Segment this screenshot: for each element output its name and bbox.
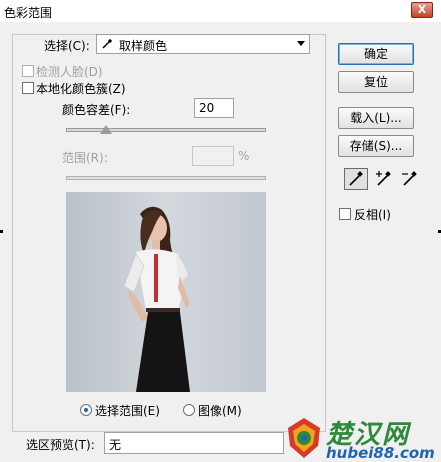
range-unit: % xyxy=(238,149,250,163)
eyedropper-minus-icon xyxy=(402,171,417,186)
close-button[interactable]: X xyxy=(411,2,433,18)
localized-clusters-label: 本地化颜色簇(Z) xyxy=(36,82,126,96)
color-range-dialog: 色彩范围 X 选择(C): 取样颜色 检测人脸(D) 本地化颜色簇(Z) 颜色容… xyxy=(0,0,441,462)
image-radio-label: 图像(M) xyxy=(198,404,242,418)
title-bar: 色彩范围 X xyxy=(0,0,441,22)
eyedropper-plus-icon xyxy=(376,171,391,186)
watermark-logo xyxy=(288,418,320,458)
selection-radio-label: 选择范围(E) xyxy=(95,404,160,418)
range-label: 范围(R): xyxy=(62,151,108,165)
range-slider[interactable] xyxy=(66,176,266,180)
fuzziness-slider[interactable] xyxy=(66,128,266,132)
invert-checkbox[interactable] xyxy=(339,208,351,220)
image-preview[interactable] xyxy=(66,192,266,392)
select-value: 取样颜色 xyxy=(119,39,168,53)
save-button[interactable]: 存储(S)... xyxy=(338,135,414,157)
chevron-down-icon xyxy=(297,41,305,46)
window-title: 色彩范围 xyxy=(4,6,53,20)
eyedropper-tool[interactable] xyxy=(344,168,368,190)
reset-button[interactable]: 复位 xyxy=(338,71,414,93)
selection-preview-label: 选区预览(T): xyxy=(26,438,95,452)
resize-marker-left xyxy=(0,230,3,233)
selection-preview-select[interactable]: 无 xyxy=(104,432,284,454)
eyedropper-subtract-tool[interactable] xyxy=(398,168,422,190)
eyedropper-icon xyxy=(349,171,363,186)
select-dropdown[interactable]: 取样颜色 xyxy=(96,34,310,54)
detect-faces-label: 检测人脸(D) xyxy=(36,65,103,79)
selection-radio[interactable] xyxy=(80,404,92,416)
watermark-url: hubei88.com xyxy=(326,444,435,462)
detect-faces-checkbox[interactable] xyxy=(22,65,34,77)
localized-clusters-checkbox[interactable] xyxy=(22,82,34,94)
ok-button[interactable]: 确定 xyxy=(338,43,414,65)
invert-label: 反相(I) xyxy=(354,208,391,222)
image-radio[interactable] xyxy=(183,404,195,416)
fuzziness-input[interactable]: 20 xyxy=(194,98,234,118)
fuzziness-label: 颜色容差(F): xyxy=(62,103,131,117)
eyedropper-icon xyxy=(102,38,113,49)
select-label: 选择(C): xyxy=(44,39,90,53)
watermark: 楚汉网 hubei88.com xyxy=(282,414,441,462)
preview-photo xyxy=(66,192,266,392)
fuzziness-slider-thumb[interactable] xyxy=(100,125,112,134)
load-button[interactable]: 载入(L)... xyxy=(338,107,414,129)
range-input[interactable] xyxy=(192,146,234,166)
eyedropper-add-tool[interactable] xyxy=(372,168,396,190)
